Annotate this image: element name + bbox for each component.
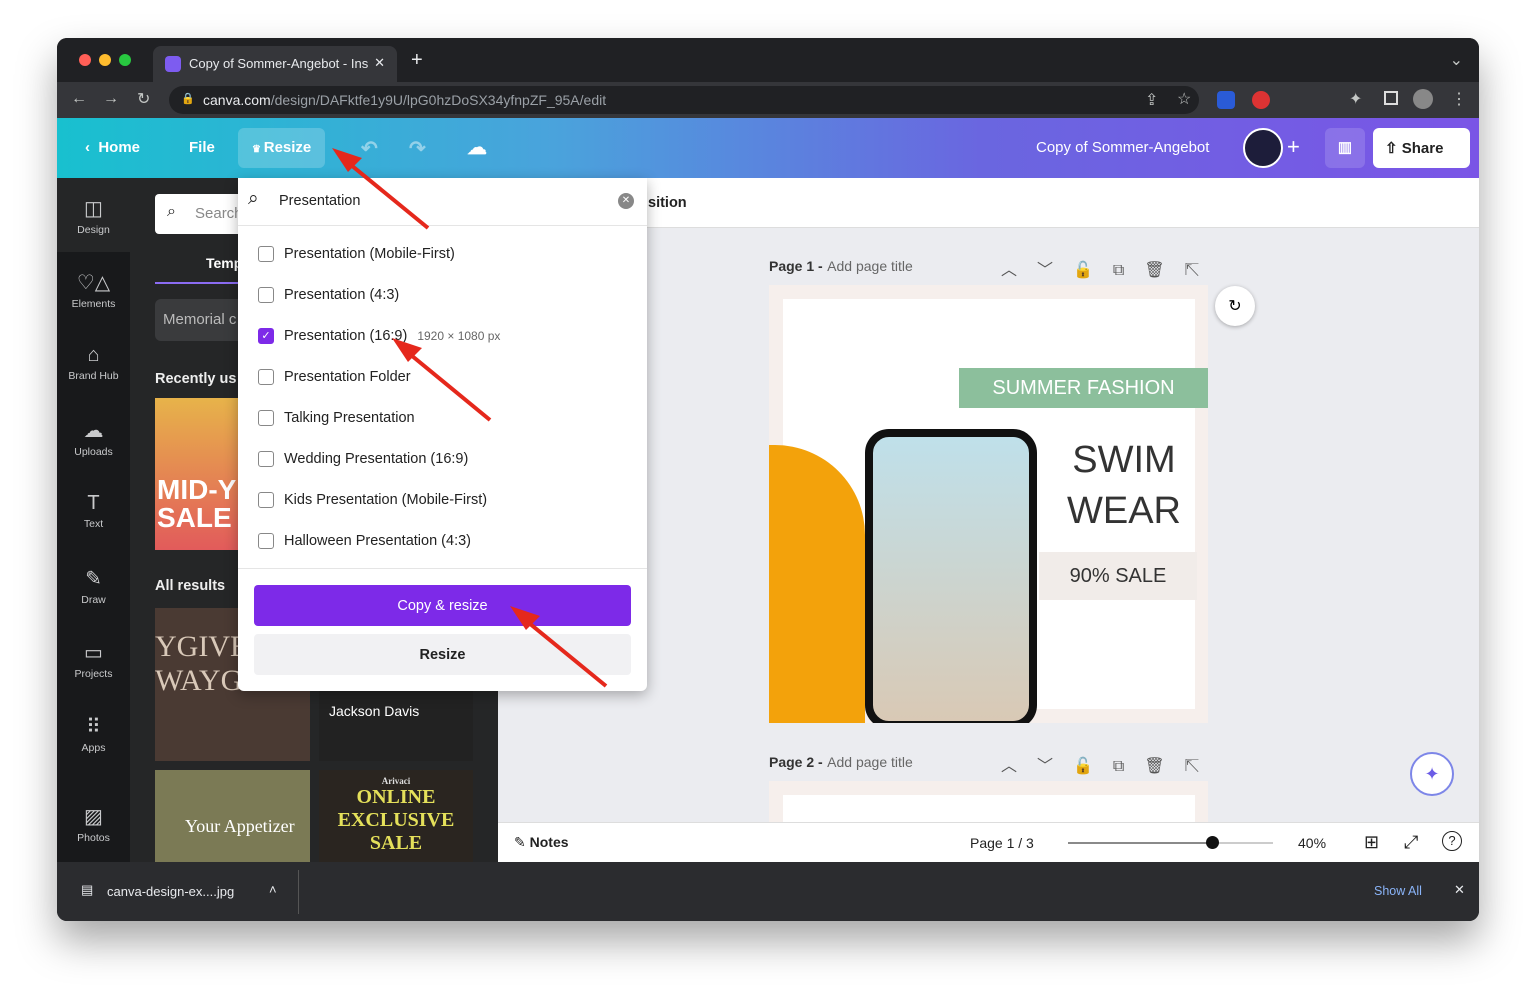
arrow-to-copy-resize [510, 606, 608, 688]
arrow-to-resize [332, 148, 430, 230]
annotation-arrows [332, 148, 608, 688]
arrow-to-16-9 [392, 338, 492, 422]
